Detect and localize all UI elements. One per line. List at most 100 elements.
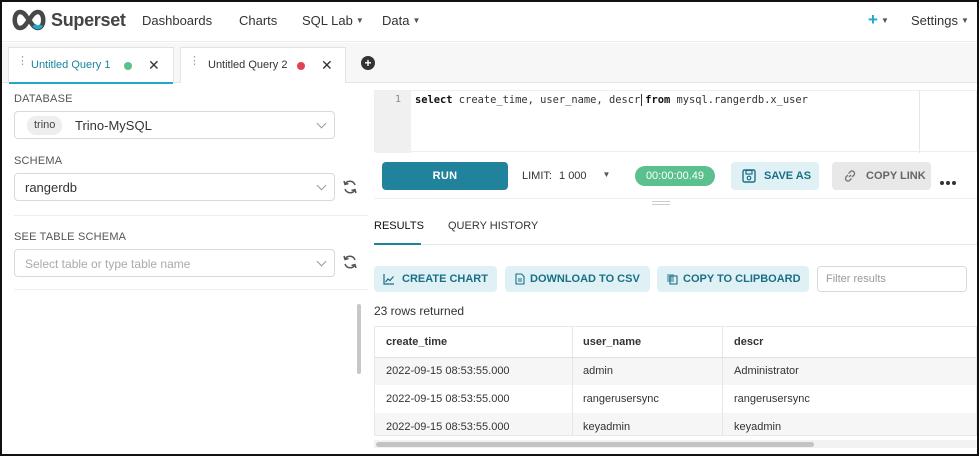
table-cell: Administrator (734, 365, 799, 377)
table-cell: keyadmin (734, 421, 782, 433)
column-header[interactable]: descr (734, 336, 763, 348)
table-cell: admin (583, 365, 613, 377)
close-icon[interactable]: ✕ (321, 57, 333, 74)
table-select-placeholder: Select table or type table name (25, 257, 191, 271)
download-icon (515, 273, 525, 285)
copy-link-label: COPY LINK (866, 170, 926, 182)
link-icon (844, 170, 856, 182)
database-select[interactable]: trino Trino-MySQL (14, 111, 335, 139)
table-cell: 2022-09-15 08:53:55.000 (386, 365, 510, 377)
header-divider (375, 357, 976, 358)
chevron-down-icon (316, 180, 327, 191)
add-tab-icon[interactable]: + (361, 56, 375, 70)
print-margin (919, 91, 920, 153)
save-icon (742, 169, 756, 183)
save-as-button[interactable]: SAVE AS (731, 162, 819, 190)
copy-clipboard-button[interactable]: COPY TO CLIPBOARD (657, 266, 809, 292)
table-cell: keyadmin (583, 421, 631, 433)
query-tab-bar: ⋮ Untitled Query 1 ✕ ⋮ Untitled Query 2 … (2, 43, 977, 84)
copy-icon (667, 274, 678, 285)
table-cell: rangerusersync (734, 393, 810, 405)
chevron-down-icon (316, 118, 327, 129)
sql-table: mysql.rangerdb.x_user (670, 94, 808, 106)
chevron-down-icon (316, 256, 327, 267)
refresh-icon[interactable] (342, 254, 358, 270)
limit-dropdown[interactable]: LIMIT: 1 000 ▼ (522, 170, 610, 182)
column-header[interactable]: create_time (386, 336, 447, 348)
new-menu-button[interactable]: + ▼ (868, 10, 889, 30)
filter-results-input[interactable] (817, 266, 967, 292)
horizontal-scrollbar[interactable] (376, 442, 814, 447)
column-header[interactable]: user_name (583, 336, 641, 348)
table-cell: 2022-09-15 08:53:55.000 (386, 393, 510, 405)
table-select[interactable]: Select table or type table name (14, 249, 335, 277)
sql-code[interactable]: select create_time, user_name, descr from… (415, 94, 808, 106)
text-cursor (641, 94, 643, 106)
query-tab-1[interactable]: ⋮ Untitled Query 1 ✕ (8, 47, 174, 84)
table-row[interactable]: 2022-09-15 08:53:55.000 admin Administra… (375, 357, 976, 385)
create-chart-label: CREATE CHART (402, 273, 488, 285)
table-cell: rangerusersync (583, 393, 659, 405)
sql-keyword: from (645, 94, 671, 106)
filter-input[interactable] (826, 273, 956, 285)
limit-label: LIMIT: (522, 170, 552, 182)
copy-link-button[interactable]: COPY LINK (832, 162, 931, 190)
refresh-icon[interactable] (342, 179, 358, 195)
schema-label: SCHEMA (14, 155, 63, 167)
schema-select[interactable]: rangerdb (14, 173, 335, 201)
superset-logo-icon[interactable] (10, 9, 48, 31)
nav-dashboards[interactable]: Dashboards (142, 13, 212, 28)
nav-data[interactable]: Data ▼ (382, 13, 420, 28)
divider (374, 198, 977, 199)
divider (14, 215, 368, 216)
sql-editor[interactable]: 1 select create_time, user_name, descr fr… (374, 90, 977, 153)
caret-down-icon: ▼ (355, 16, 364, 25)
tab-results[interactable]: RESULTS (374, 220, 424, 232)
scrollbar[interactable] (357, 304, 361, 374)
top-nav: Superset Dashboards Charts SQL Lab ▼ Data… (2, 2, 977, 42)
nav-charts[interactable]: Charts (239, 13, 277, 28)
query-tab-2[interactable]: ⋮ Untitled Query 2 ✕ (180, 47, 346, 83)
resize-handle[interactable] (652, 201, 670, 205)
caret-down-icon: ▼ (880, 16, 889, 25)
query-tab-title: Untitled Query 2 (208, 59, 288, 71)
results-table: create_time user_name descr 2022-09-15 0… (374, 326, 977, 436)
active-tab-indicator (374, 243, 421, 245)
table-row[interactable]: 2022-09-15 08:53:55.000 keyadmin keyadmi… (375, 413, 976, 435)
table-schema-label: SEE TABLE SCHEMA (14, 231, 127, 243)
download-csv-button[interactable]: DOWNLOAD TO CSV (505, 266, 650, 292)
settings-menu[interactable]: Settings ▼ (911, 13, 969, 28)
table-row[interactable]: 2022-09-15 08:53:55.000 rangerusersync r… (375, 385, 976, 413)
caret-down-icon: ▼ (412, 16, 421, 25)
line-number: 1 (394, 94, 401, 105)
column-divider (572, 327, 573, 435)
tabs-divider (374, 244, 977, 245)
tab-query-history[interactable]: QUERY HISTORY (448, 220, 538, 232)
status-dot (124, 62, 132, 70)
save-as-label: SAVE AS (764, 170, 812, 182)
sql-columns: create_time, user_name, descr (452, 94, 641, 106)
line-gutter: 1 (375, 91, 411, 153)
database-value: Trino-MySQL (75, 118, 152, 133)
app-window: Superset Dashboards Charts SQL Lab ▼ Data… (0, 0, 979, 456)
plus-icon: + (868, 10, 878, 29)
create-chart-button[interactable]: CREATE CHART (374, 266, 497, 292)
nav-sql-lab[interactable]: SQL Lab ▼ (302, 13, 364, 28)
database-type-tag: trino (27, 116, 63, 135)
database-label: DATABASE (14, 93, 73, 105)
row-count: 23 rows returned (374, 304, 465, 318)
grip-icon[interactable]: ⋮ (17, 56, 28, 67)
table-cell: 2022-09-15 08:53:55.000 (386, 421, 510, 433)
grip-icon[interactable]: ⋮ (189, 56, 200, 67)
sql-keyword: select (415, 94, 453, 106)
query-tab-title: Untitled Query 1 (31, 59, 111, 71)
run-button[interactable]: RUN (382, 162, 508, 190)
brand-name[interactable]: Superset (51, 10, 126, 31)
caret-down-icon: ▼ (960, 16, 969, 25)
column-divider (722, 327, 723, 435)
status-dot (297, 62, 305, 70)
close-icon[interactable]: ✕ (148, 57, 160, 74)
caret-down-icon: ▼ (602, 170, 611, 179)
chart-icon (383, 274, 394, 285)
more-icon[interactable] (940, 174, 958, 188)
